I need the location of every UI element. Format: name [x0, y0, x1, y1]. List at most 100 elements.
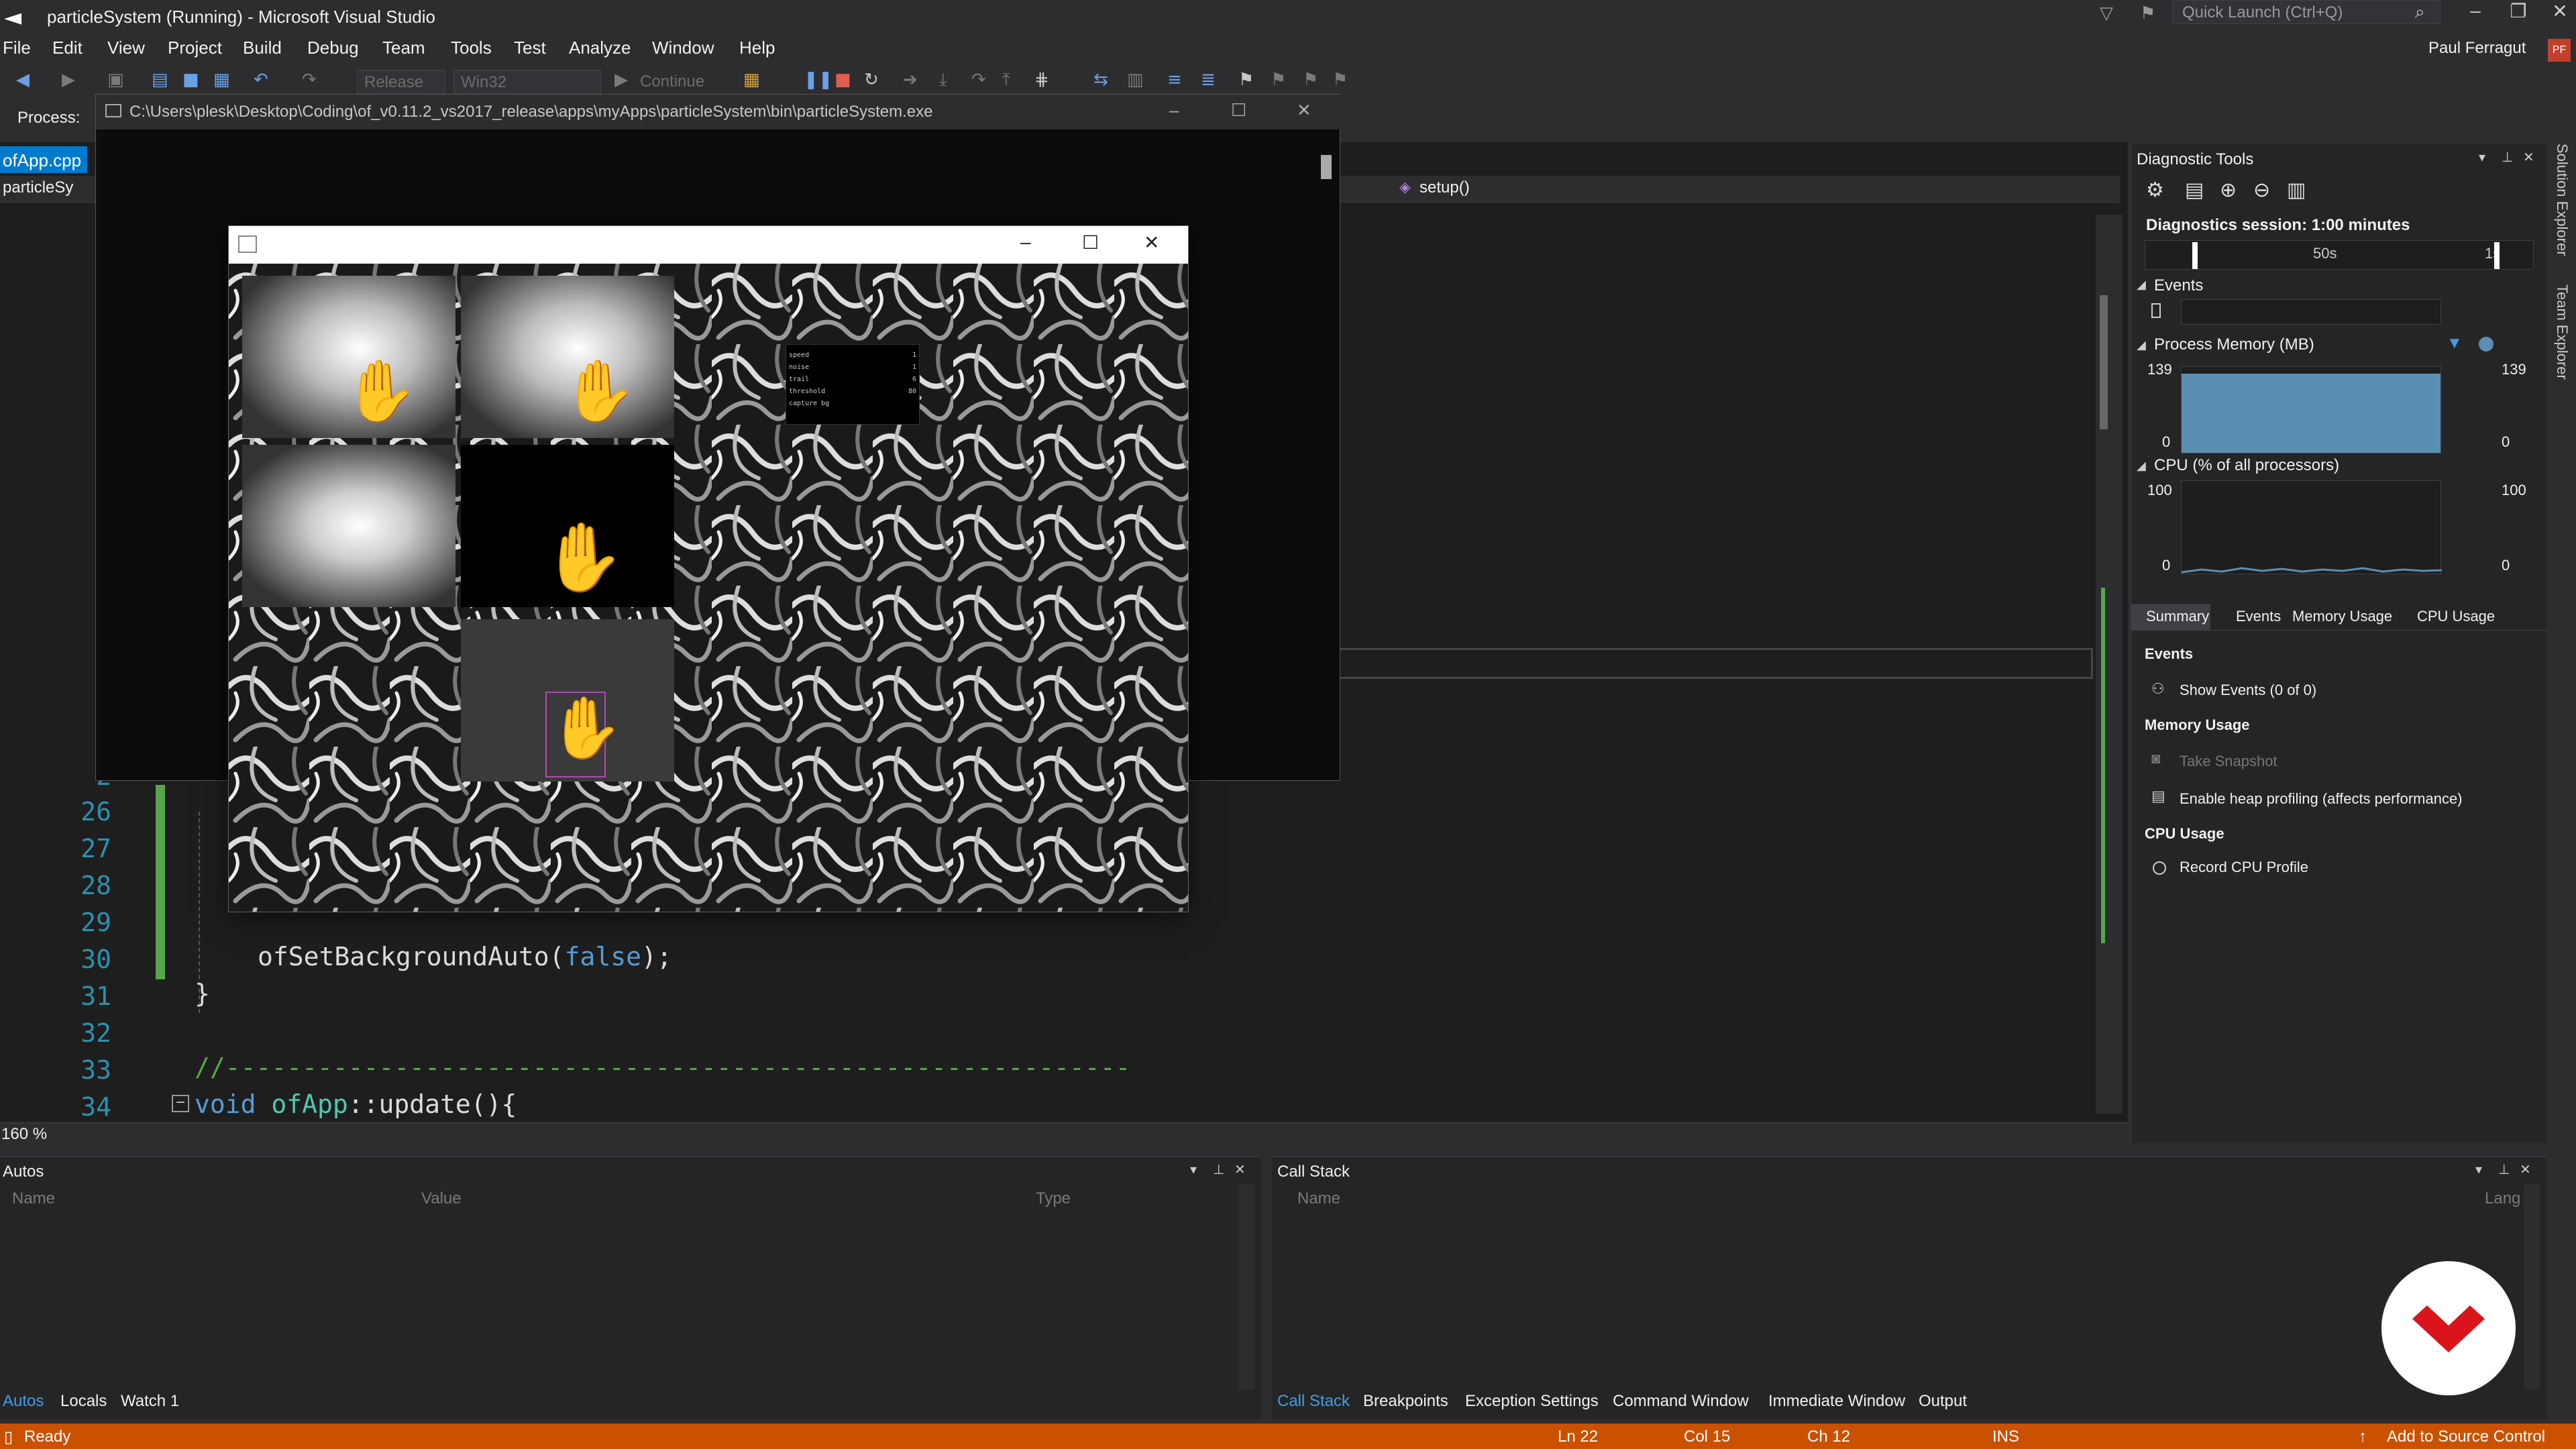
tab-autos[interactable]: Autos	[3, 1392, 44, 1411]
take-snapshot-button[interactable]: Take Snapshot	[2180, 753, 2277, 770]
format-icon[interactable]: ≡	[1167, 70, 1182, 90]
tab-watch-1[interactable]: Watch 1	[121, 1392, 179, 1411]
heap-profiling-toggle[interactable]: Enable heap profiling (affects performan…	[2180, 790, 2463, 808]
export-icon[interactable]: ▤	[2185, 178, 2204, 202]
gui-slider-threshold[interactable]: threshold 80	[789, 388, 916, 397]
gui-slider-noise[interactable]: noise 1	[789, 364, 916, 373]
next-bookmark-icon[interactable]: ⚑	[1303, 70, 1318, 90]
forward-icon[interactable]: ▶	[62, 70, 75, 90]
column-language[interactable]: Lang	[2485, 1189, 2520, 1208]
show-events-link[interactable]: Show Events (0 of 0)	[2180, 682, 2316, 699]
column-name[interactable]: Name	[1297, 1189, 1340, 1208]
filter-icon[interactable]: ▽	[2100, 3, 2113, 23]
add-to-source-control-button[interactable]: Add to Source Control	[2387, 1428, 2545, 1446]
attach-icon[interactable]: ▦	[743, 70, 760, 90]
console-close-button[interactable]: ✕	[1297, 100, 1311, 121]
editor-scrollbar[interactable]	[2096, 215, 2123, 1114]
pin-icon[interactable]: ⊥	[2498, 1161, 2510, 1178]
back-icon[interactable]: ◀	[16, 70, 30, 90]
pin-icon[interactable]: ⊥	[1213, 1161, 1224, 1178]
platform-select[interactable]: Win32	[453, 70, 601, 94]
app-minimize-button[interactable]: –	[1020, 231, 1031, 253]
feedback-icon[interactable]: ⚑	[2140, 3, 2155, 23]
continue-button[interactable]: Continue	[640, 72, 704, 91]
step-into-icon[interactable]: ⤓	[939, 70, 947, 91]
settings-icon[interactable]: ⚙	[2146, 178, 2164, 202]
record-cpu-profile-button[interactable]: Record CPU Profile	[2180, 859, 2308, 876]
quick-launch-input[interactable]: Quick Launch (Ctrl+Q)	[2172, 0, 2440, 24]
panel-dropdown-icon[interactable]: ▾	[1190, 1161, 1197, 1178]
tab-breakpoints[interactable]: Breakpoints	[1363, 1392, 1448, 1411]
close-button[interactable]: ✕	[2540, 0, 2576, 22]
close-panel-icon[interactable]: ✕	[2523, 149, 2534, 166]
app-gui-panel[interactable]: speed 1 noise 1 trail 6 threshold 80 capture…	[786, 344, 920, 425]
tab-output[interactable]: Output	[1919, 1392, 1967, 1411]
expand-icon[interactable]: ◢	[2137, 278, 2146, 292]
stack-frame-icon[interactable]: ▥	[1127, 70, 1144, 90]
undo-icon[interactable]: ↶	[254, 70, 268, 90]
tab-summary[interactable]: Summary	[2146, 608, 2209, 625]
gui-toggle-capture-bg[interactable]: capture bg	[789, 400, 916, 409]
open-file-icon[interactable]: ▤	[152, 70, 168, 90]
collapse-icon[interactable]: −	[172, 1095, 189, 1112]
minimize-button[interactable]: –	[2455, 0, 2496, 21]
pause-icon[interactable]: ❚❚	[804, 70, 833, 90]
menu-build[interactable]: Build	[243, 38, 282, 58]
events-track[interactable]	[2181, 299, 2441, 325]
gui-slider-trail[interactable]: trail 6	[789, 376, 916, 385]
continue-icon[interactable]: ▶	[614, 70, 628, 90]
menu-project[interactable]: Project	[168, 38, 222, 58]
timeline-ruler[interactable]: 50s 1s	[2145, 240, 2534, 270]
show-next-statement-icon[interactable]: ➔	[903, 70, 918, 90]
solution-explorer-tab[interactable]: Solution Explorer	[2553, 144, 2571, 256]
clear-bookmarks-icon[interactable]: ⚑	[1332, 70, 1348, 90]
tab-immediate-window[interactable]: Immediate Window	[1768, 1392, 1905, 1411]
tab-events[interactable]: Events	[2236, 608, 2281, 625]
restart-icon[interactable]: ↻	[864, 70, 879, 90]
column-name[interactable]: Name	[12, 1189, 55, 1208]
tab-command-window[interactable]: Command Window	[1613, 1392, 1749, 1411]
user-name[interactable]: Paul Ferragut	[2428, 39, 2526, 58]
menu-test[interactable]: Test	[514, 38, 546, 58]
console-maximize-button[interactable]: ☐	[1231, 100, 1246, 121]
menu-debug[interactable]: Debug	[307, 38, 359, 58]
tab-memory-usage[interactable]: Memory Usage	[2292, 608, 2392, 625]
app-maximize-button[interactable]: ☐	[1082, 231, 1099, 254]
zoom-level[interactable]: 160 %	[1, 1125, 47, 1144]
expand-icon[interactable]: ◢	[2137, 338, 2146, 352]
reset-view-icon[interactable]: ▥	[2287, 178, 2306, 202]
redo-icon[interactable]: ↷	[302, 70, 317, 90]
step-over-icon[interactable]: ↷	[971, 70, 986, 90]
hex-display-icon[interactable]: ⋕	[1034, 70, 1049, 90]
user-avatar[interactable]: PF	[2548, 39, 2571, 62]
team-explorer-tab[interactable]: Team Explorer	[2553, 284, 2571, 380]
timeline-end-marker[interactable]	[2494, 242, 2500, 269]
restore-button[interactable]: ❐	[2498, 0, 2538, 22]
menu-analyze[interactable]: Analyze	[569, 38, 631, 58]
gui-slider-speed[interactable]: speed 1	[789, 352, 916, 361]
app-window[interactable]: – ☐ ✕ ✋ ✋ ✋ ✋ speed 1 noise 1 trail 6 th…	[228, 225, 1189, 912]
menu-help[interactable]: Help	[739, 38, 775, 58]
console-scrollbar[interactable]	[1321, 155, 1332, 179]
pin-icon[interactable]: ⊥	[2502, 149, 2513, 166]
memory-graph[interactable]	[2181, 366, 2441, 453]
step-out-icon[interactable]: ⤒	[1002, 70, 1010, 91]
close-panel-icon[interactable]: ✕	[1234, 1161, 1246, 1178]
menu-view[interactable]: View	[107, 38, 145, 58]
particle-canvas[interactable]: ✋ ✋ ✋ ✋ speed 1 noise 1 trail 6 threshold 80…	[229, 264, 1188, 912]
configuration-select[interactable]: Release	[357, 70, 445, 94]
save-icon[interactable]: ■	[182, 70, 199, 90]
menu-tools[interactable]: Tools	[451, 38, 492, 58]
stop-icon[interactable]: ■	[835, 70, 851, 90]
search-icon[interactable]: ⌕	[2415, 1, 2425, 23]
expand-icon[interactable]: ◢	[2137, 459, 2146, 473]
cpu-graph[interactable]	[2181, 480, 2442, 574]
callstack-scrollbar[interactable]	[2524, 1184, 2540, 1389]
app-close-button[interactable]: ✕	[1144, 231, 1159, 254]
timeline-start-marker[interactable]	[2192, 242, 2198, 269]
zoom-out-icon[interactable]: ⊖	[2253, 178, 2270, 202]
tab-cpu-usage[interactable]: CPU Usage	[2417, 608, 2495, 625]
prev-bookmark-icon[interactable]: ⚑	[1271, 70, 1286, 90]
menu-file[interactable]: File	[3, 38, 31, 58]
new-project-icon[interactable]: ▣	[107, 70, 124, 90]
